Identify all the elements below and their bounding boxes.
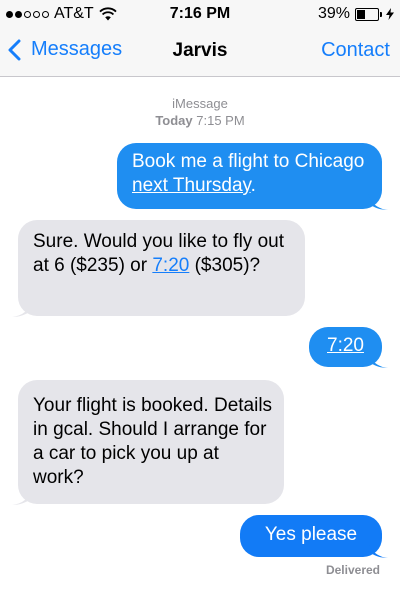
battery-icon — [355, 7, 385, 21]
chevron-left-icon — [8, 39, 21, 60]
timestamp-time: 7:15 PM — [196, 113, 245, 128]
timestamp-day: Today — [155, 113, 193, 128]
bubble-tail — [12, 488, 32, 505]
navigation-bar: Messages Jarvis Contact — [0, 28, 400, 77]
status-right: 39% — [318, 5, 394, 23]
bubble-tail — [12, 300, 32, 317]
message-bubble-outgoing[interactable]: Yes please — [240, 515, 382, 557]
message-text: Yes please — [264, 524, 358, 545]
date-link[interactable]: next Thursday — [132, 175, 251, 196]
message-text: . — [250, 175, 256, 196]
bubble-tail — [368, 193, 388, 210]
message-bubble-incoming[interactable]: Your flight is booked. Details in gcal. … — [18, 380, 284, 504]
bubble-tail — [368, 541, 388, 558]
message-text: ($305)? — [189, 255, 261, 276]
back-button-label: Messages — [31, 38, 123, 60]
back-button[interactable]: Messages — [8, 38, 122, 61]
delivery-status: Delivered — [325, 563, 380, 577]
lightning-bolt-icon — [386, 8, 394, 20]
battery-percentage: 39% — [317, 5, 350, 22]
message-bubble-outgoing[interactable]: Book me a flight to Chicago next Thursda… — [117, 143, 382, 209]
battery-tip — [380, 11, 382, 17]
time-link[interactable]: 7:20 — [327, 335, 364, 356]
message-text: Your flight is booked. Details in gcal. … — [33, 395, 273, 488]
battery-fill — [357, 9, 365, 19]
message-text: Book me a flight to Chicago — [132, 151, 365, 172]
status-bar: AT&T 7:16 PM 39% — [0, 0, 400, 28]
service-label: iMessage — [172, 96, 228, 111]
contact-button[interactable]: Contact — [321, 39, 390, 62]
thread-timestamp: Today 7:15 PM — [0, 113, 400, 128]
time-link[interactable]: 7:20 — [152, 255, 189, 276]
bubble-tail — [368, 351, 388, 368]
message-bubble-incoming[interactable]: Sure. Would you like to fly out at 6 ($2… — [18, 220, 305, 316]
